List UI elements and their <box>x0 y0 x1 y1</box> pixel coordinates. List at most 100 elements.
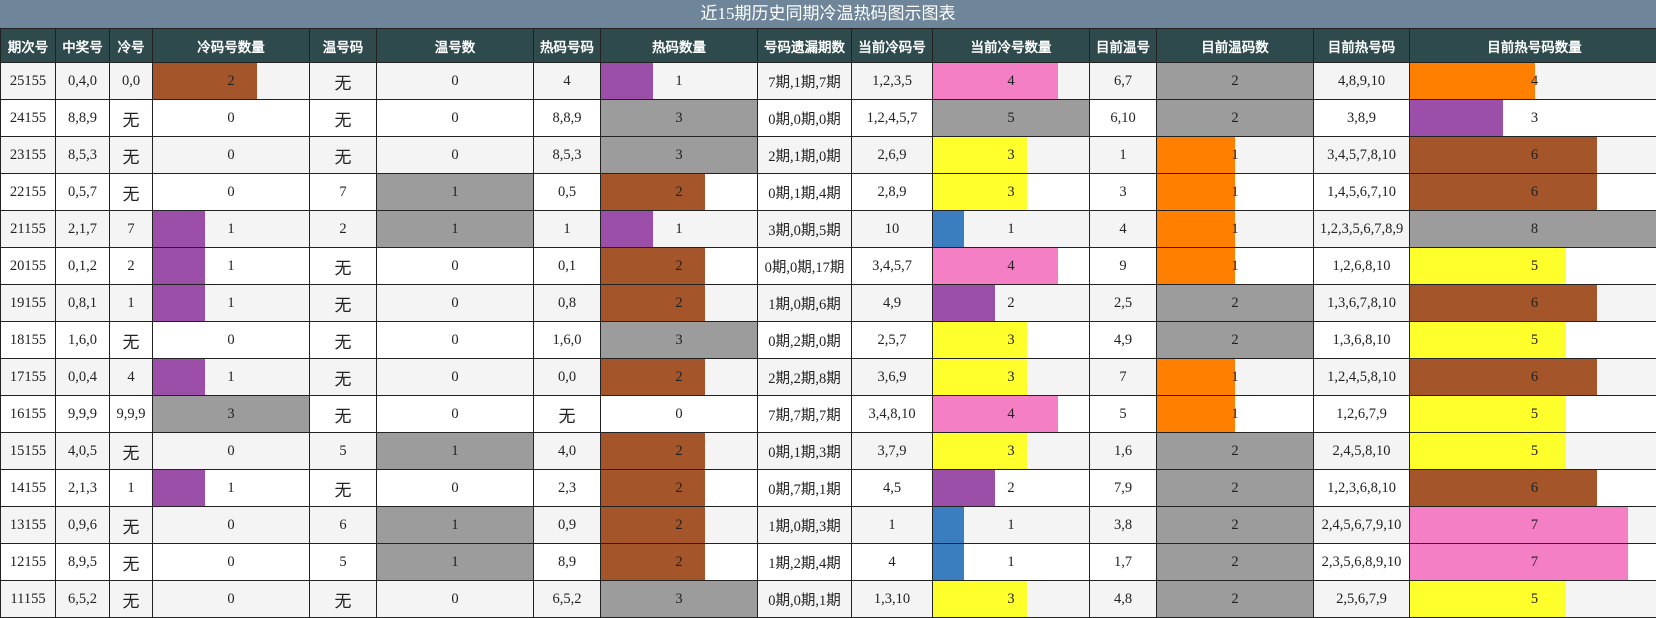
table-row[interactable]: 14155 2,1,3 1 1 无 0 2,3 2 0期,7期,1期 4,5 2 7,9 2 1,2,3,… <box>0 469 1656 507</box>
cur-cold-count-value: 5 <box>1007 109 1015 126</box>
warm-count-bar-cell: 0 <box>376 580 534 618</box>
cur-hot-count-value: 6 <box>1530 479 1539 496</box>
issue-cell: 21155 <box>0 210 56 248</box>
warm-number-cell: 无 <box>309 247 377 285</box>
col-winning-number[interactable]: 中奖号 <box>55 28 110 63</box>
hot-count-bar-cell: 3 <box>600 580 758 618</box>
cur-warm-count-value: 2 <box>1231 294 1239 311</box>
hot-count-bar <box>601 248 705 284</box>
cur-cold-count-value: 4 <box>1007 257 1015 274</box>
current-hot-cell: 1,2,3,5,6,7,8,9 <box>1313 210 1410 248</box>
hot-number-cell: 8,9 <box>533 543 601 581</box>
cur-cold-count-bar <box>933 396 1058 432</box>
cold-count-value: 0 <box>227 183 235 200</box>
cold-count-value: 1 <box>227 479 235 496</box>
winning-number-cell: 8,8,9 <box>55 99 110 137</box>
warm-number-cell: 2 <box>309 210 377 248</box>
cold-count-value: 0 <box>227 442 235 459</box>
cur-warm-count-value: 2 <box>1231 72 1239 89</box>
cur-warm-count-value: 2 <box>1231 516 1239 533</box>
table-row[interactable]: 19155 0,8,1 1 1 无 0 0,8 2 1期,0期,6期 4,9 2 2,5 2 1,3,6,… <box>0 284 1656 322</box>
current-warm-cell: 4 <box>1089 210 1157 248</box>
col-warm[interactable]: 温号码 <box>309 28 377 63</box>
table-row[interactable]: 16155 9,9,9 9,9,9 3 无 0 无 0 7期,7期,7期 3,4,8,10 4 5 1 1… <box>0 395 1656 433</box>
cur-warm-count-value: 2 <box>1231 553 1239 570</box>
cur-warm-count-bar-cell: 2 <box>1156 580 1314 618</box>
col-cold[interactable]: 冷号 <box>109 28 153 63</box>
col-current-warm[interactable]: 目前温号 <box>1089 28 1157 63</box>
current-hot-cell: 3,8,9 <box>1313 99 1410 137</box>
cur-warm-count-bar-cell: 2 <box>1156 62 1314 100</box>
table-row[interactable]: 21155 2,1,7 7 1 2 1 1 1 3期,0期,5期 10 1 4 1 1,2,3,5,6,7… <box>0 210 1656 248</box>
table-row[interactable]: 18155 1,6,0 无 0 无 0 1,6,0 3 0期,2期,0期 2,5,7 3 4,9 2 1,… <box>0 321 1656 359</box>
hot-count-bar-cell: 2 <box>600 247 758 285</box>
current-hot-cell: 1,3,6,7,8,10 <box>1313 284 1410 322</box>
warm-count-value: 1 <box>451 183 459 200</box>
col-hot-count[interactable]: 热码数量 <box>600 28 758 63</box>
issue-cell: 14155 <box>0 469 56 507</box>
cur-cold-count-value: 1 <box>1007 553 1015 570</box>
cur-hot-count-bar <box>1410 285 1597 321</box>
cur-cold-count-bar-cell: 1 <box>932 506 1090 544</box>
table-row[interactable]: 13155 0,9,6 无 0 6 1 0,9 2 1期,0期,3期 1 1 3,8 2 2,4,5,6,… <box>0 506 1656 544</box>
cold-number-cell: 无 <box>109 321 153 359</box>
winning-number-cell: 8,9,5 <box>55 543 110 581</box>
miss-periods-cell: 1期,0期,6期 <box>757 284 852 322</box>
warm-count-bar-cell: 0 <box>376 136 534 174</box>
current-hot-cell: 1,2,6,8,10 <box>1313 247 1410 285</box>
warm-number-cell: 无 <box>309 580 377 618</box>
cur-hot-count-value: 7 <box>1530 516 1539 533</box>
table-row[interactable]: 11155 6,5,2 无 0 无 0 6,5,2 3 0期,0期,1期 1,3,10 3 4,8 2 2… <box>0 580 1656 618</box>
table-row[interactable]: 23155 8,5,3 无 0 无 0 8,5,3 3 2期,1期,0期 2,6,9 3 1 1 3,4,… <box>0 136 1656 174</box>
cur-cold-count-value: 4 <box>1007 405 1015 422</box>
winning-number-cell: 0,0,4 <box>55 358 110 396</box>
table-row[interactable]: 12155 8,9,5 无 0 5 1 8,9 2 1期,2期,4期 4 1 1,7 2 2,3,5,6,… <box>0 543 1656 581</box>
col-warm-count[interactable]: 温号数 <box>376 28 534 63</box>
col-current-cold[interactable]: 当前冷码号 <box>851 28 933 63</box>
table-row[interactable]: 17155 0,0,4 4 1 无 0 0,0 2 2期,2期,8期 3,6,9 3 7 1 1,2,4,… <box>0 358 1656 396</box>
col-current-hot-count[interactable]: 目前热号码数量 <box>1409 28 1656 63</box>
warm-number-cell: 无 <box>309 321 377 359</box>
cur-cold-count-bar-cell: 4 <box>932 247 1090 285</box>
cur-warm-count-bar-cell: 2 <box>1156 506 1314 544</box>
cur-warm-count-value: 2 <box>1231 331 1239 348</box>
col-current-hot[interactable]: 目前热号码 <box>1313 28 1410 63</box>
cur-hot-count-bar <box>1410 322 1566 358</box>
table-row[interactable]: 15155 4,0,5 无 0 5 1 4,0 2 0期,1期,3期 3,7,9 3 1,6 2 2,4,… <box>0 432 1656 470</box>
cold-count-bar <box>153 211 205 247</box>
col-miss-periods[interactable]: 号码遗漏期数 <box>757 28 852 63</box>
cur-warm-count-value: 2 <box>1231 590 1239 607</box>
current-warm-cell: 3,8 <box>1089 506 1157 544</box>
cold-count-bar-cell: 0 <box>152 136 310 174</box>
hot-count-value: 2 <box>675 479 683 496</box>
hot-number-cell: 6,5,2 <box>533 580 601 618</box>
cur-cold-count-value: 3 <box>1007 590 1015 607</box>
cold-count-value: 1 <box>227 368 235 385</box>
cold-count-value: 0 <box>227 553 235 570</box>
cur-hot-count-bar <box>1410 433 1566 469</box>
table-header: 期次号 中奖号 冷号 冷码号数量 温号码 温号数 热码号码 热码数量 号码遗漏期… <box>0 28 1656 63</box>
col-hot[interactable]: 热码号码 <box>533 28 601 63</box>
cold-count-bar-cell: 0 <box>152 432 310 470</box>
cur-warm-count-bar-cell: 2 <box>1156 321 1314 359</box>
table-row[interactable]: 24155 8,8,9 无 0 无 0 8,8,9 3 0期,0期,0期 1,2,4,5,7 5 6,… <box>0 99 1656 137</box>
col-current-warm-count[interactable]: 目前温码数 <box>1156 28 1314 63</box>
cur-cold-count-value: 3 <box>1007 183 1015 200</box>
col-issue[interactable]: 期次号 <box>0 28 56 63</box>
table-row[interactable]: 25155 0,4,0 0,0 2 无 0 4 1 7期,1期,7期 1,2,3,5 4 6,7 2 4,… <box>0 62 1656 100</box>
table-row[interactable]: 20155 0,1,2 2 1 无 0 0,1 2 0期,0期,17期 3,4,5,7 4 9 1 1,2… <box>0 247 1656 285</box>
col-current-cold-count[interactable]: 当前冷号数量 <box>932 28 1090 63</box>
current-warm-cell: 4,9 <box>1089 321 1157 359</box>
table-row[interactable]: 22155 0,5,7 无 0 7 1 0,5 2 0期,1期,4期 2,8,9 3 3 1 1,4,5,… <box>0 173 1656 211</box>
current-cold-cell: 3,6,9 <box>851 358 933 396</box>
miss-periods-cell: 7期,1期,7期 <box>757 62 852 100</box>
hot-number-cell: 4,0 <box>533 432 601 470</box>
miss-periods-cell: 7期,7期,7期 <box>757 395 852 433</box>
current-warm-cell: 9 <box>1089 247 1157 285</box>
current-cold-cell: 1,3,10 <box>851 580 933 618</box>
col-cold-count[interactable]: 冷码号数量 <box>152 28 310 63</box>
warm-number-cell: 无 <box>309 469 377 507</box>
hot-count-value: 3 <box>675 331 683 348</box>
cur-hot-count-bar-cell: 7 <box>1409 543 1656 581</box>
miss-periods-cell: 2期,1期,0期 <box>757 136 852 174</box>
